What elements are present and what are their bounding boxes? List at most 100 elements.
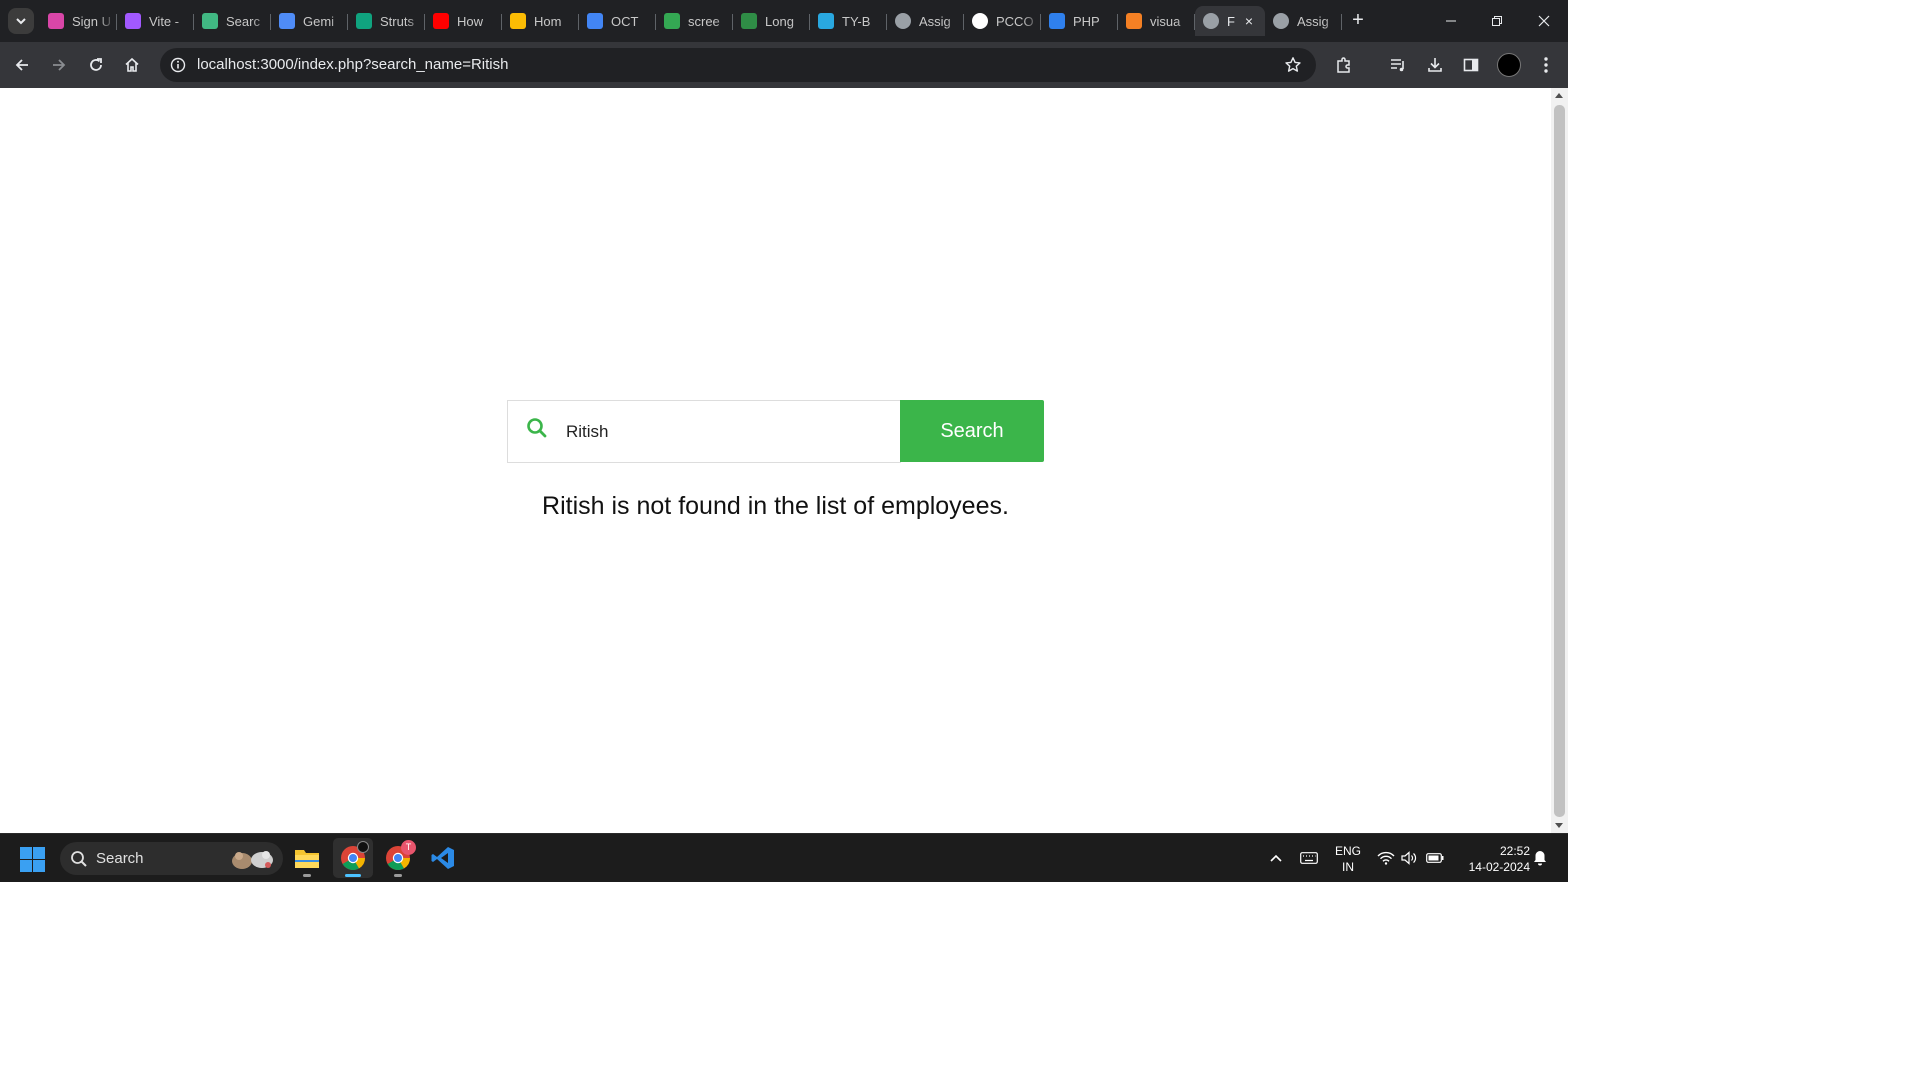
tab[interactable]: PHP (1041, 6, 1118, 36)
tab[interactable]: Long (733, 6, 810, 36)
windows-start-button[interactable] (20, 847, 45, 872)
google-docs-icon (587, 13, 603, 29)
close-icon (1538, 15, 1550, 27)
profile-avatar[interactable] (1497, 53, 1521, 77)
tab-title: visua (1150, 13, 1181, 29)
globe-icon (895, 13, 911, 29)
tab[interactable]: PCCO (964, 6, 1041, 36)
tab-title: scree (688, 13, 720, 29)
url-text[interactable]: localhost:3000/index.php?search_name=Rit… (197, 56, 508, 73)
taskbar-chrome[interactable] (333, 838, 373, 878)
tab-title: How (457, 13, 484, 29)
network-button[interactable] (1376, 846, 1396, 870)
speaker-icon (1401, 851, 1417, 865)
language-code: ENG (1334, 844, 1361, 858)
browser-menu-button[interactable] (1532, 51, 1560, 79)
forward-button[interactable] (45, 51, 73, 79)
tab[interactable]: Gemi (271, 6, 348, 36)
taskbar-clock[interactable]: 22:52 14-02-2024 (1454, 843, 1530, 875)
tab[interactable]: How (425, 6, 502, 36)
taskbar-search-box[interactable]: Search (60, 842, 283, 875)
home-button[interactable] (118, 51, 146, 79)
volume-button[interactable] (1399, 846, 1419, 870)
tab[interactable]: Searc (194, 6, 271, 36)
tab-close-icon[interactable]: × (1241, 13, 1257, 29)
search-highlight-image-icon (232, 851, 273, 869)
windows-logo-pane (33, 860, 45, 872)
tab[interactable]: visua (1118, 6, 1195, 36)
globe-icon (1203, 13, 1219, 29)
taskbar-vscode[interactable] (423, 838, 463, 878)
side-panel-button[interactable] (1457, 51, 1485, 79)
running-indicator (303, 874, 311, 877)
tab-strip: Sign U Vite - Searc Gemi Struts How Hom OCT scre… (0, 0, 1568, 42)
tab[interactable]: Assig (1265, 6, 1342, 36)
scroll-up-arrow-icon[interactable] (1555, 93, 1563, 98)
battery-button[interactable] (1424, 846, 1446, 870)
scroll-down-arrow-icon[interactable] (1555, 823, 1563, 828)
vite-icon (125, 13, 141, 29)
extensions-button[interactable] (1330, 51, 1358, 79)
search-icon (71, 851, 87, 867)
tab[interactable]: Sign U (40, 6, 117, 36)
chrome-profile-badge-icon (357, 841, 369, 853)
clock-time: 22:52 (1499, 844, 1530, 858)
tab[interactable]: OCT (579, 6, 656, 36)
windows-logo-pane (20, 860, 32, 872)
side-panel-icon (1463, 58, 1479, 72)
tab-active[interactable]: F × (1195, 6, 1265, 36)
show-hidden-icons-button[interactable] (1266, 846, 1286, 870)
running-indicator (394, 874, 402, 877)
browser-toolbar: localhost:3000/index.php?search_name=Rit… (0, 42, 1568, 88)
tab[interactable]: Hom (502, 6, 579, 36)
website-icon (818, 13, 834, 29)
tab-list: Sign U Vite - Searc Gemi Struts How Hom OCT scre… (40, 6, 1342, 36)
tab[interactable]: Struts (348, 6, 425, 36)
tab-title: Searc (226, 13, 260, 29)
windows-taskbar: Search T ENG IN 22:52 14-02-2024 (0, 833, 1568, 882)
taskbar-search-label: Search (96, 850, 144, 867)
tab-title: PCCO (996, 13, 1034, 29)
search-field (507, 400, 901, 463)
back-button[interactable] (8, 51, 36, 79)
tab-search-button[interactable] (8, 8, 34, 34)
media-control-button[interactable] (1384, 51, 1412, 79)
region-code: IN (1342, 860, 1354, 874)
chevron-up-icon (1270, 854, 1282, 862)
search-name-input[interactable] (566, 419, 886, 445)
file-explorer-icon (295, 850, 319, 868)
bookmark-star-icon[interactable] (1282, 54, 1304, 76)
tab[interactable]: Assig (887, 6, 964, 36)
globe-icon (1273, 13, 1289, 29)
restore-button[interactable] (1474, 6, 1520, 36)
address-bar[interactable]: localhost:3000/index.php?search_name=Rit… (160, 48, 1316, 82)
employee-search-form: Search (507, 400, 1044, 463)
new-tab-button[interactable]: + (1346, 9, 1370, 33)
search-button[interactable]: Search (900, 400, 1044, 462)
windows-logo-pane (20, 847, 32, 859)
close-window-button[interactable] (1521, 6, 1567, 36)
taskbar-file-explorer[interactable] (287, 838, 327, 878)
notifications-button[interactable] (1530, 846, 1550, 870)
tab[interactable]: scree (656, 6, 733, 36)
taskbar-chrome-profile[interactable]: T (378, 838, 418, 878)
page-scrollbar[interactable] (1551, 88, 1568, 833)
windows-logo-pane (33, 847, 45, 859)
scrollbar-thumb[interactable] (1554, 105, 1565, 817)
site-info-icon[interactable] (166, 53, 190, 77)
page-viewport: Search Ritish is not found in the list o… (0, 88, 1551, 833)
reload-button[interactable] (82, 51, 110, 79)
github-icon (972, 13, 988, 29)
tab-title: PHP (1073, 13, 1100, 29)
downloads-button[interactable] (1421, 51, 1449, 79)
target-app-icon (48, 13, 64, 29)
tab[interactable]: TY-B (810, 6, 887, 36)
bell-icon (1534, 851, 1546, 866)
wifi-icon (1377, 851, 1395, 865)
tab[interactable]: Vite - (117, 6, 194, 36)
keyboard-icon (1300, 852, 1318, 864)
minimize-button[interactable] (1428, 6, 1474, 36)
input-language-indicator[interactable]: ENG IN (1330, 843, 1366, 875)
running-indicator (345, 874, 361, 877)
touch-keyboard-button[interactable] (1298, 846, 1320, 870)
